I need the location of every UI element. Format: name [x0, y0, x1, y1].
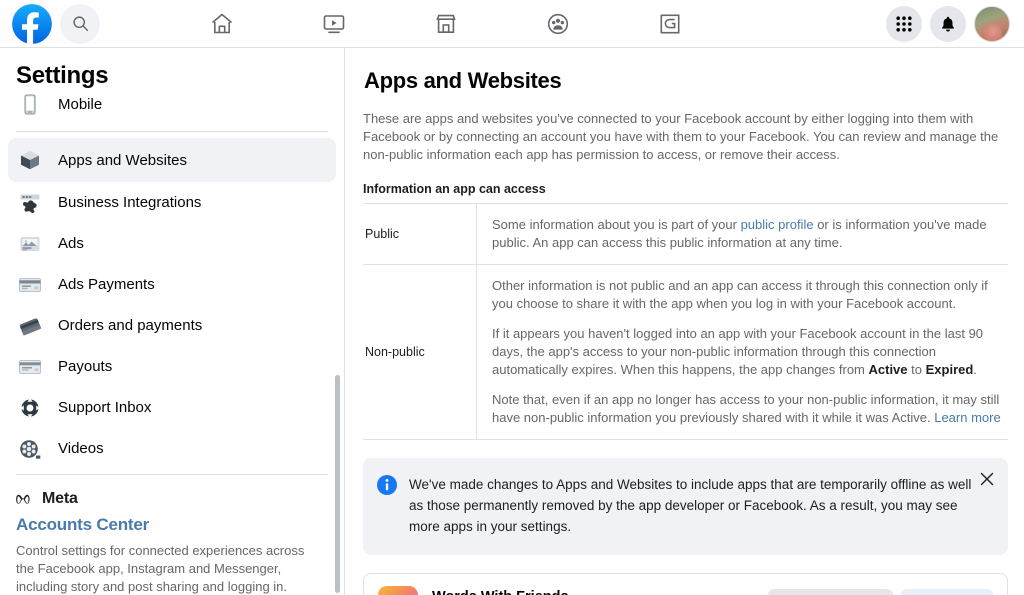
status-expired-text: Expired [925, 362, 974, 377]
remove-button[interactable]: Remove [900, 589, 993, 595]
sidebar-item-business-integrations[interactable]: Business Integrations [8, 182, 336, 223]
marketplace-icon [436, 14, 456, 33]
info-circle-icon [377, 475, 397, 500]
grid-menu-icon [896, 15, 912, 32]
app-actions: View and Edit Remove [767, 589, 993, 595]
sidebar-item-orders-and-payments[interactable]: Orders and payments [8, 305, 336, 346]
cube-icon [21, 150, 39, 170]
table-row-key: Public [365, 227, 400, 241]
accounts-center-link[interactable]: Accounts Center [16, 515, 328, 535]
sidebar-item-payouts[interactable]: Payouts [8, 346, 336, 387]
credit-card-icon [19, 277, 41, 292]
nav-tabs [166, 2, 726, 46]
table-row-value: Some information about you is part of yo… [476, 204, 1008, 264]
text-before: Note that, even if an app no longer has … [492, 392, 1000, 425]
notifications-button[interactable] [930, 5, 966, 42]
sidebar-item-label: Support Inbox [58, 399, 152, 416]
nonpublic-paragraph-3: Note that, even if an app no longer has … [492, 391, 1002, 427]
sidebar-item-label: Payouts [58, 358, 113, 375]
text-after: . [973, 362, 977, 377]
business-integrations-icon [20, 194, 40, 213]
mobile-icon [24, 93, 36, 115]
meta-logo-icon [16, 494, 30, 504]
profile-avatar[interactable] [974, 5, 1010, 42]
video-icon [323, 14, 345, 33]
words-with-friends-icon: W 2 [378, 586, 418, 595]
nav-tab-watch[interactable] [300, 2, 368, 46]
nav-left-group [0, 3, 100, 44]
main-content: Apps and Websites These are apps and web… [345, 48, 1024, 595]
nonpublic-paragraph-2: If it appears you haven't logged into an… [492, 325, 1002, 379]
sidebar-item-videos[interactable]: Videos [8, 428, 336, 469]
text-mid: to [907, 362, 926, 377]
support-inbox-icon [20, 397, 40, 418]
nav-tab-home[interactable] [188, 2, 256, 46]
sidebar-item-ads-payments[interactable]: Ads Payments [8, 264, 336, 305]
status-active-text: Active [868, 362, 908, 377]
table-row: Non-public Other information is not publ… [363, 265, 1008, 440]
table-row: Public Some information about you is par… [363, 204, 1008, 265]
sidebar-item-mobile[interactable]: Mobile [8, 84, 336, 125]
sidebar-divider [16, 131, 328, 132]
nav-right-group [886, 5, 1024, 42]
accounts-center-description: Control settings for connected experienc… [16, 543, 305, 594]
public-profile-link[interactable]: public profile [741, 217, 814, 232]
gaming-icon [660, 14, 680, 33]
payouts-card-icon [19, 359, 41, 374]
sidebar-scrollbar[interactable] [335, 375, 340, 593]
film-reel-icon [20, 439, 41, 459]
close-icon[interactable] [978, 470, 996, 488]
sidebar-item-label: Mobile [58, 96, 103, 113]
information-access-table: Public Some information about you is par… [363, 203, 1008, 440]
sidebar-item-label: Ads Payments [58, 276, 155, 293]
search-button[interactable] [60, 3, 100, 44]
info-banner: We've made changes to Apps and Websites … [363, 458, 1008, 555]
sidebar-item-ads[interactable]: Ads [8, 223, 336, 264]
sidebar-item-apps-and-websites[interactable]: Apps and Websites [8, 138, 336, 182]
sidebar-item-label: Business Integrations [58, 194, 202, 211]
app-meta: Words With Friends Added on Apr 19, 2018… [432, 589, 614, 595]
sidebar-item-label: Videos [58, 440, 104, 457]
learn-more-link[interactable]: Learn more [934, 410, 1000, 425]
intro-paragraph: These are apps and websites you've conne… [363, 111, 999, 162]
meta-accounts-center-block: Meta Accounts Center Control settings fo… [0, 480, 344, 595]
app-name: Words With Friends [432, 589, 614, 595]
page-title: Apps and Websites [364, 68, 562, 93]
table-row-key: Non-public [365, 345, 425, 359]
facebook-logo-icon[interactable] [12, 3, 52, 44]
sidebar-divider-bottom [16, 474, 328, 475]
meta-brand: Meta [16, 490, 328, 508]
bell-icon [942, 16, 954, 31]
groups-icon [547, 13, 569, 34]
meta-brand-label: Meta [42, 490, 78, 507]
sidebar-item-label: Orders and payments [58, 317, 203, 334]
search-icon [72, 16, 88, 32]
public-paragraph: Some information about you is part of yo… [492, 216, 1002, 252]
app-card: W 2 Words With Friends Added on Apr 19, … [363, 573, 1008, 595]
nav-tab-marketplace[interactable] [412, 2, 480, 46]
nav-tab-gaming[interactable] [636, 2, 704, 46]
nonpublic-paragraph-1: Other information is not public and an a… [492, 278, 988, 311]
menu-button[interactable] [886, 5, 922, 42]
orders-card-icon [19, 317, 42, 336]
sidebar-scroll-area: Mobile Apps and Websites Business Integr… [0, 84, 344, 595]
info-banner-text: We've made changes to Apps and Websites … [409, 477, 972, 534]
settings-sidebar: Settings Mobile Apps and Websites Busine… [0, 48, 345, 595]
sidebar-item-support-inbox[interactable]: Support Inbox [8, 387, 336, 428]
sidebar-item-label: Apps and Websites [58, 151, 187, 169]
top-navigation-bar [0, 0, 1024, 48]
nav-tab-groups[interactable] [524, 2, 592, 46]
table-row-value: Other information is not public and an a… [476, 265, 1008, 439]
ads-icon [20, 236, 40, 251]
view-and-edit-button[interactable]: View and Edit [767, 589, 893, 595]
text-before: Some information about you is part of yo… [492, 217, 741, 232]
home-icon [211, 13, 233, 33]
section-label: Information an app can access [363, 182, 546, 196]
sidebar-item-label: Ads [58, 235, 84, 252]
